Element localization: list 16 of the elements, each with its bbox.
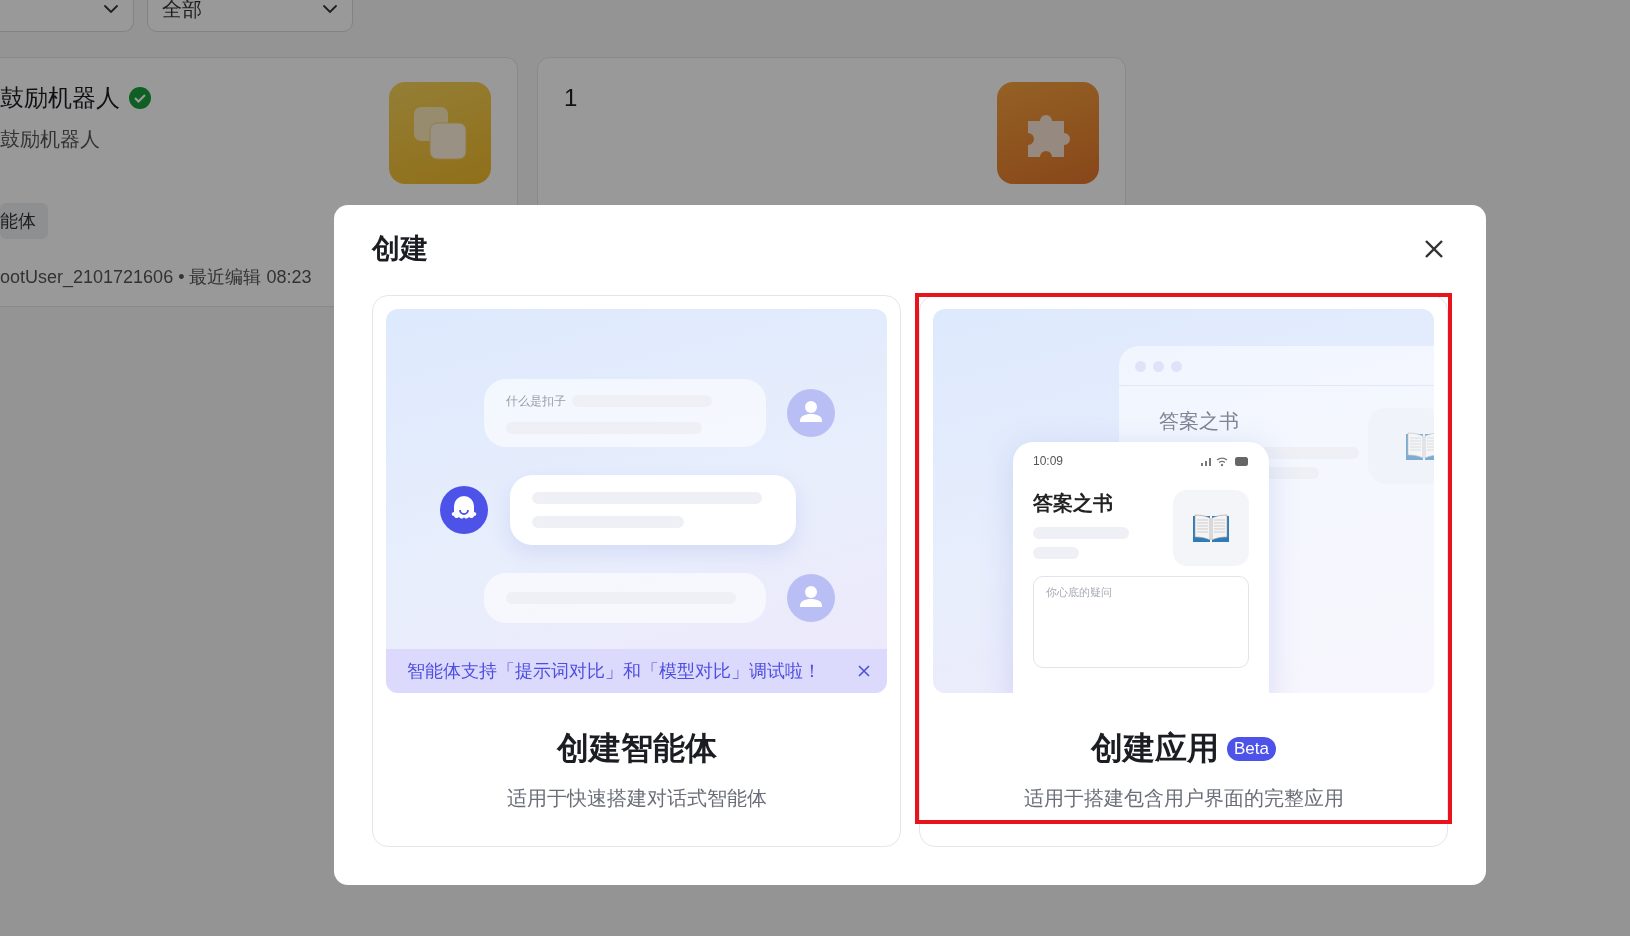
option-title: 创建智能体 — [556, 729, 717, 768]
card-title: 1 — [564, 83, 578, 113]
card-description: 鼓励机器人 — [0, 127, 101, 152]
dialog-title: 创建 — [372, 232, 428, 266]
card-title: 鼓励机器人 — [0, 83, 120, 113]
type-tag: 能体 — [0, 203, 48, 239]
beta-badge: Beta — [1227, 737, 1276, 761]
window-title: 答案之书 — [1159, 409, 1240, 434]
app-title: 答案之书 — [1033, 491, 1114, 516]
card-meta: ootUser_2101721606 • 最近编辑 08:23 — [0, 266, 312, 289]
notice-text: 智能体支持「提示词对比」和「模型对比」调试啦！ — [407, 660, 821, 683]
option-title: 创建应用 — [1091, 729, 1219, 768]
question-text: 什么是扣子 — [506, 392, 566, 410]
status-time: 10:09 — [1033, 454, 1064, 468]
option-description: 适用于搭建包含用户界面的完整应用 — [1023, 786, 1344, 811]
option-description: 适用于快速搭建对话式智能体 — [506, 786, 767, 811]
